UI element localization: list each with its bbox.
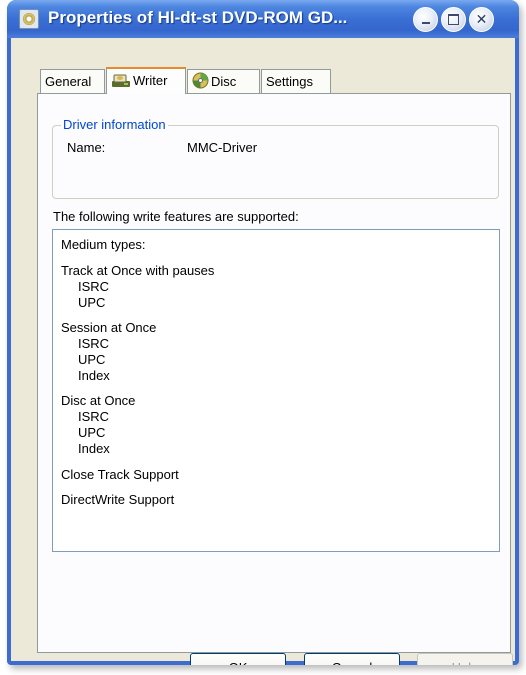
driver-name-value: MMC-Driver <box>187 140 258 155</box>
list-item: ISRC <box>78 336 110 351</box>
cancel-button[interactable]: Cancel <box>304 653 400 665</box>
tab-disc[interactable]: Disc <box>187 69 260 93</box>
dialog-body: General Writer Disc Settings Driver info… <box>11 38 515 665</box>
list-item: Medium types: <box>61 237 146 252</box>
list-item: Track at Once with pauses <box>61 263 215 278</box>
tab-writer-label: Writer <box>133 73 168 88</box>
maximize-button[interactable] <box>441 7 466 32</box>
tab-general[interactable]: General <box>40 69 105 93</box>
ok-button[interactable]: OK <box>190 653 286 665</box>
tab-settings[interactable]: Settings <box>261 69 331 93</box>
list-item: UPC <box>78 352 106 367</box>
list-item: UPC <box>78 295 106 310</box>
title-bar[interactable]: Properties of Hl-dt-st DVD-ROM GD... ✕ <box>7 0 519 38</box>
writer-tab-panel: Driver information Name: MMC-Driver The … <box>37 93 511 653</box>
list-item: Close Track Support <box>61 467 179 482</box>
driver-name-label: Name: <box>67 140 106 155</box>
list-item: Disc at Once <box>61 393 136 408</box>
list-item: ISRC <box>78 279 110 294</box>
close-icon: ✕ <box>475 11 488 27</box>
writer-icon <box>111 72 131 95</box>
write-features-list[interactable]: Medium types: Track at Once with pauses … <box>52 229 500 552</box>
properties-dialog: Properties of Hl-dt-st DVD-ROM GD... ✕ G… <box>7 0 519 665</box>
tab-disc-label: Disc <box>211 74 237 89</box>
driver-information-group: Driver information Name: MMC-Driver <box>52 117 499 199</box>
list-item: Index <box>78 368 110 383</box>
features-label: The following write features are support… <box>53 209 299 224</box>
driver-information-label: Driver information <box>61 117 168 132</box>
list-item: ISRC <box>78 409 110 424</box>
tab-general-label: General <box>45 74 92 89</box>
window-title: Properties of Hl-dt-st DVD-ROM GD... <box>48 8 348 27</box>
cd-drive-icon[interactable] <box>19 9 39 29</box>
list-item: DirectWrite Support <box>61 492 175 507</box>
list-item: Index <box>78 441 110 456</box>
close-button[interactable]: ✕ <box>469 7 494 32</box>
help-button[interactable]: Help <box>417 653 513 665</box>
driver-name-row: Name: MMC-Driver <box>67 140 257 155</box>
tab-settings-label: Settings <box>266 74 313 89</box>
list-item: UPC <box>78 425 106 440</box>
tab-writer[interactable]: Writer <box>106 67 186 94</box>
minimize-button[interactable] <box>413 7 438 32</box>
list-item: Session at Once <box>61 320 157 335</box>
